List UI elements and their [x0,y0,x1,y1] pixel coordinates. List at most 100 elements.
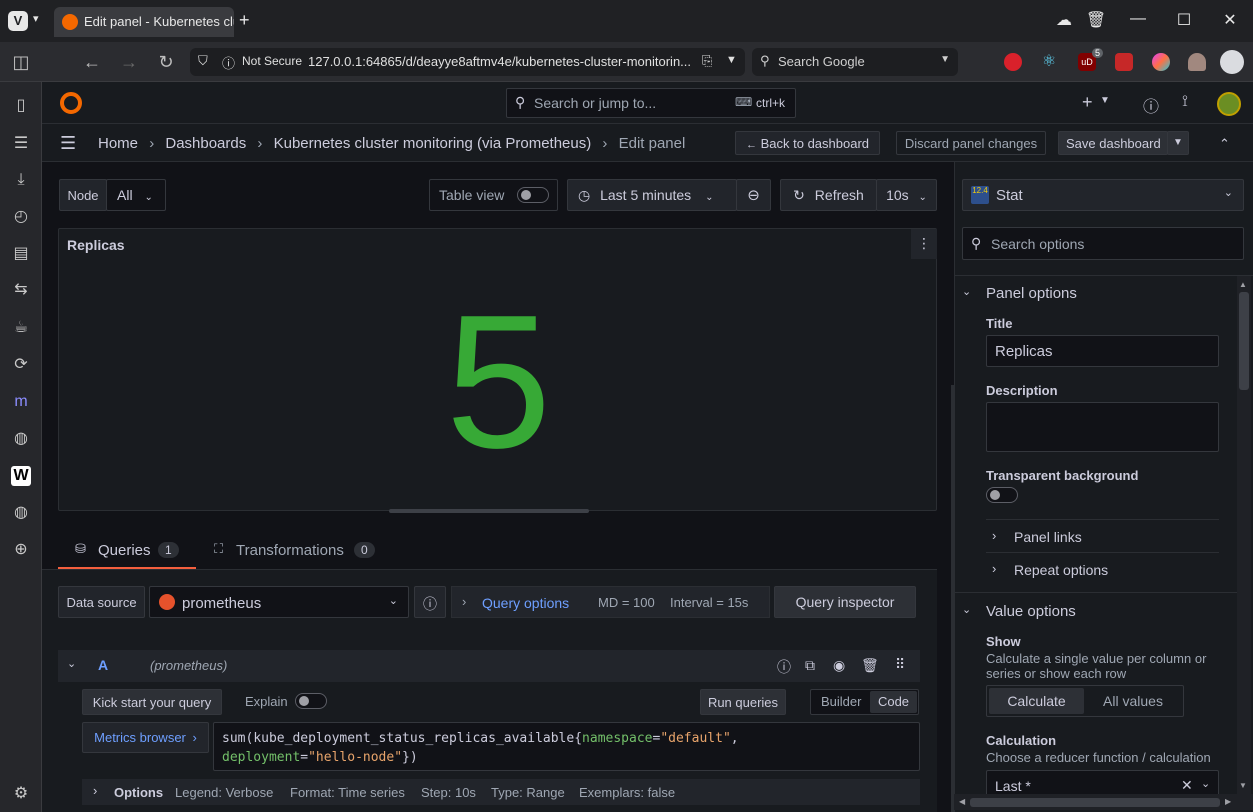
chevron-down-icon[interactable]: ▼ [940,54,950,65]
datasource-help-button[interactable]: ⓘ [414,586,446,618]
save-options-button[interactable]: ▼ [1167,131,1189,155]
settings-gear-icon[interactable]: ⚙ [11,784,31,804]
variable-node-select[interactable]: All ⌄ [106,179,166,211]
table-view-switch[interactable] [517,187,549,203]
panel-toggle-icon[interactable]: ◫ [9,52,33,73]
discard-panel-changes-button[interactable]: Discard panel changes [896,131,1046,155]
drag-handle-icon[interactable]: ⠿ [895,656,905,673]
transparent-background-toggle[interactable] [986,487,1018,503]
trash-icon[interactable]: 🗑 [861,657,879,674]
metrics-browser-button[interactable]: Metrics browser › [82,722,209,753]
sync-icon[interactable]: ⟳ [11,355,31,375]
kick-start-query-button[interactable]: Kick start your query [82,689,222,715]
tab-transformations[interactable]: ⛶ Transformations 0 [206,538,386,569]
rss-news-icon[interactable]: ⟟ [1182,93,1188,111]
options-scroll-thumb[interactable] [1239,292,1249,390]
hscroll-left-icon[interactable]: ◀ [959,797,965,806]
chevron-down-icon[interactable]: ⌄ [962,285,971,298]
hscroll-right-icon[interactable]: ▶ [1225,797,1231,806]
extension-red-icon[interactable] [1004,53,1022,71]
maximize-icon[interactable]: ☐ [1172,10,1196,30]
new-tab-icon[interactable]: + [239,10,250,31]
zoom-out-button[interactable]: ⊖ [736,179,771,211]
globe-icon[interactable]: ◍ [11,429,31,449]
eye-icon[interactable]: ◉ [833,657,845,674]
breadcrumb-dashboard[interactable]: Kubernetes cluster monitoring (via Prome… [274,135,592,152]
builder-mode-button[interactable]: Builder [821,694,861,709]
run-queries-button[interactable]: Run queries [700,689,786,715]
description-textarea[interactable] [986,402,1219,452]
react-devtools-icon[interactable]: ⚛ [1040,53,1058,71]
trash-icon[interactable]: 🗑 [1084,10,1108,30]
browser-search[interactable]: ⚲ Search Google ▼ [752,48,958,76]
breadcrumb-home[interactable]: Home [98,135,138,152]
query-inspector-button[interactable]: Query inspector [774,586,916,618]
options-scroll-up-icon[interactable]: ▲ [1239,280,1247,289]
chevron-down-icon[interactable]: ⌄ [962,603,971,616]
breadcrumb-dashboards[interactable]: Dashboards [165,135,246,152]
extension-hat-icon[interactable] [1188,53,1206,71]
reading-list-icon[interactable]: ☰ [11,134,31,154]
bookmarks-icon[interactable]: ▯ [11,96,31,116]
chevron-down-icon[interactable]: ▼ [1100,95,1110,106]
bookmark-icon[interactable]: ⎘ [702,53,712,69]
repeat-options-header[interactable]: Repeat options [1014,562,1108,578]
title-input[interactable] [986,335,1219,367]
value-options-header[interactable]: Value options [986,603,1076,620]
chevron-right-icon[interactable]: › [992,561,996,576]
save-dashboard-button[interactable]: Save dashboard [1058,131,1168,155]
reload-icon[interactable]: ↻ [154,52,178,73]
address-bar[interactable]: ⛉ ⓘ Not Secure 127.0.0.1:64865/d/deayye8… [190,48,745,76]
query-options-button[interactable]: › Query options MD = 100 Interval = 15s [451,586,770,618]
extension-dots-icon[interactable] [1115,53,1133,71]
downloads-icon[interactable]: ⤓ [11,170,31,190]
back-to-dashboard-button[interactable]: ← Back to dashboard [735,131,880,155]
search-options-input[interactable]: ⚲ Search options [962,227,1244,260]
reader-icon[interactable]: ☕ [11,318,31,338]
menu-hamburger-icon[interactable]: ☰ [60,133,76,154]
query-ref-id[interactable]: A [98,657,108,673]
chevron-down-icon[interactable]: ▾ [33,12,39,25]
profile-avatar[interactable] [1220,50,1244,74]
panel-links-header[interactable]: Panel links [1014,529,1082,545]
plus-icon[interactable]: + [1082,92,1093,113]
notes-icon[interactable]: ▤ [11,244,31,264]
add-panel-icon[interactable]: ⊕ [11,540,31,560]
forward-arrow-icon[interactable]: → [117,52,141,73]
wikipedia-icon[interactable]: W [11,466,31,486]
code-mode-button[interactable]: Code [870,691,917,713]
extension-color-icon[interactable] [1152,53,1170,71]
time-range-picker[interactable]: ◷ Last 5 minutes ⌄ [567,179,737,211]
user-avatar[interactable] [1217,92,1241,116]
translate-icon[interactable]: ⇆ [11,280,31,300]
clear-icon[interactable]: ✕ [1181,777,1193,794]
vivaldi-logo-icon[interactable]: V [8,11,28,31]
help-icon[interactable]: ⓘ [1143,93,1159,117]
tab-queries[interactable]: ⛁ Queries 1 [58,538,196,569]
hscroll-thumb[interactable] [970,798,1220,807]
duplicate-icon[interactable]: ⧉ [805,657,815,674]
promql-code-editor[interactable]: sum(kube_deployment_status_replicas_avai… [213,722,920,771]
refresh-interval-select[interactable]: 10s ⌄ [876,179,937,211]
chevron-down-icon[interactable]: ⌄ [67,657,76,670]
calculate-option[interactable]: Calculate [989,688,1084,714]
grafana-logo-icon[interactable] [60,92,82,114]
history-icon[interactable]: ◴ [11,207,31,227]
all-values-option[interactable]: All values [1085,688,1181,714]
help-icon[interactable]: ⓘ [777,657,791,677]
refresh-button[interactable]: ↻ Refresh [780,179,877,211]
datasource-select[interactable]: prometheus ⌄ [149,586,409,618]
cloud-sync-icon[interactable]: ☁ [1052,10,1076,30]
chevron-up-icon[interactable]: ⌃ [1219,136,1230,152]
visualization-picker[interactable]: 12.4 Stat ⌄ [962,179,1244,211]
chevron-down-icon[interactable]: ▼ [726,54,737,66]
panel-options-header[interactable]: Panel options [986,285,1077,302]
chevron-right-icon[interactable]: › [992,528,996,543]
mastodon-icon[interactable]: m [11,392,31,412]
search-input[interactable]: ⚲ Search or jump to... ⌨ ctrl+k [506,88,796,118]
back-arrow-icon[interactable]: ← [80,52,104,73]
options-scroll-down-icon[interactable]: ▼ [1239,781,1247,790]
globe-icon[interactable]: ◍ [11,503,31,523]
explain-toggle[interactable] [295,693,327,709]
minimize-icon[interactable]: — [1126,10,1150,28]
